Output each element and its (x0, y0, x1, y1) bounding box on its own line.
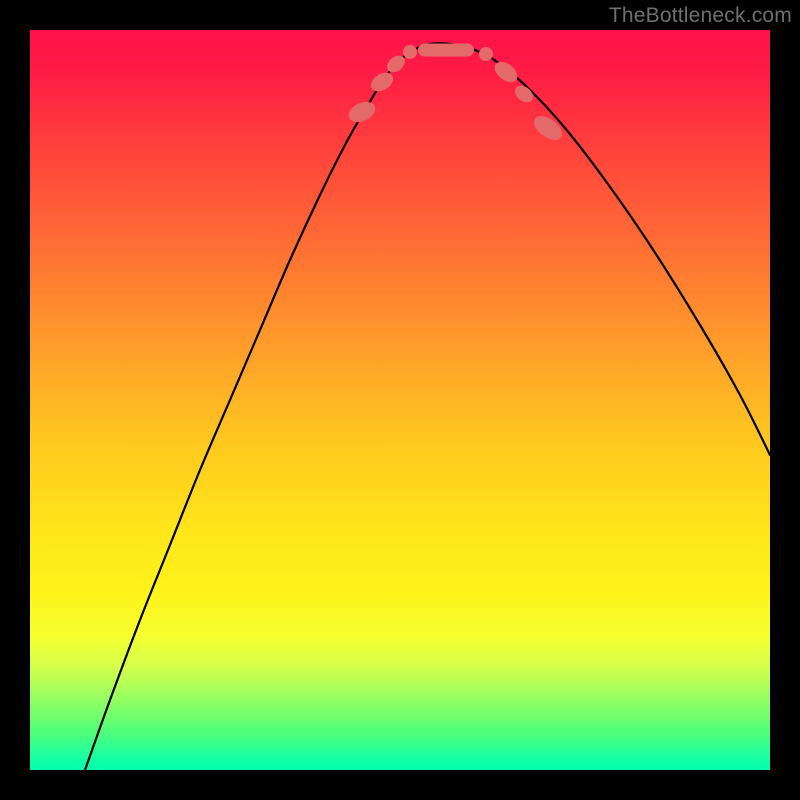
plot-area (30, 30, 770, 770)
watermark-text: TheBottleneck.com (609, 4, 792, 28)
marker-pill (368, 69, 397, 95)
chart-frame: TheBottleneck.com (0, 0, 800, 800)
marker-dot (403, 45, 417, 59)
marker-pill (530, 111, 566, 144)
marker-bar (418, 44, 474, 57)
bottleneck-curve (85, 43, 770, 770)
marker-pill (345, 98, 378, 126)
curve-svg (30, 30, 770, 770)
marker-dot (479, 47, 493, 61)
